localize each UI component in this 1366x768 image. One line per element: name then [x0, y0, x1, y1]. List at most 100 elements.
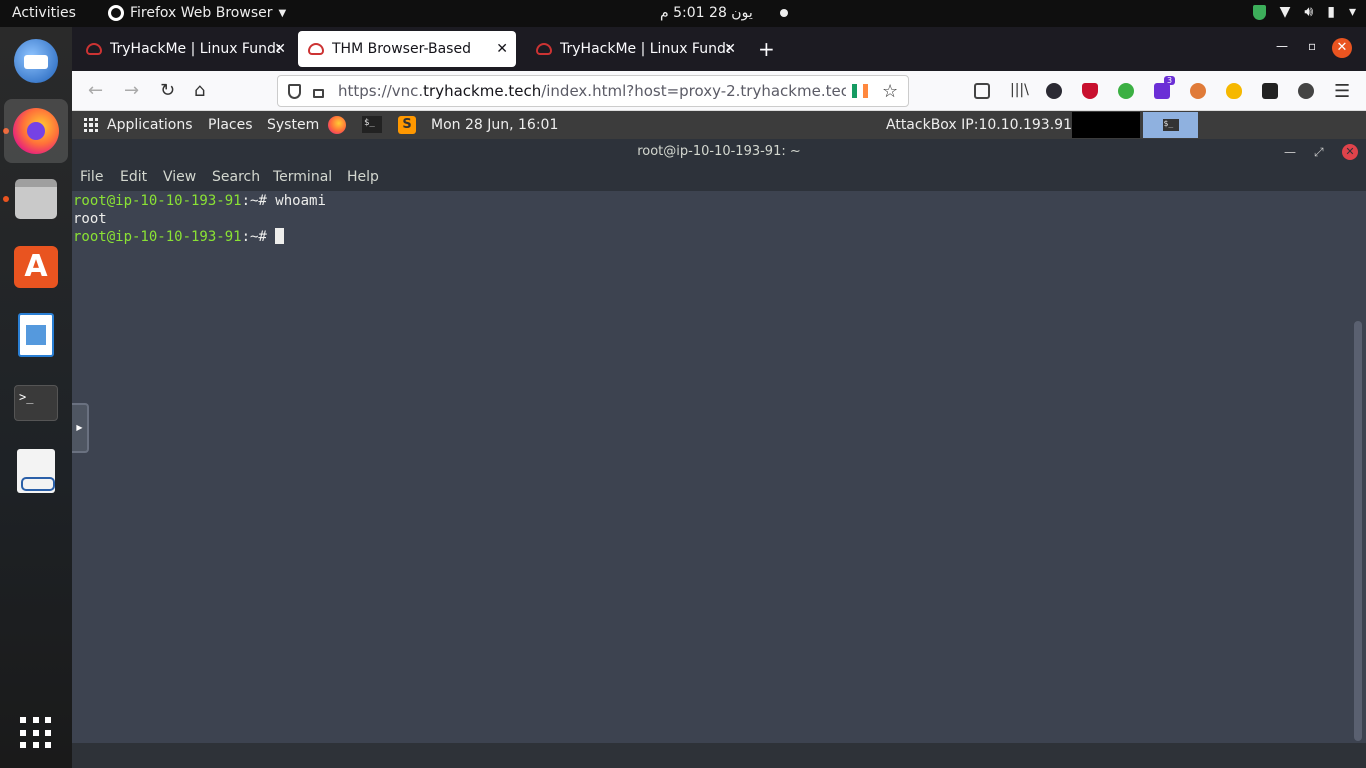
- system-tray[interactable]: ▼ 🔊︎ ▮ ▾: [1252, 4, 1356, 20]
- menu-file[interactable]: File: [80, 169, 103, 185]
- forward-icon[interactable]: →: [124, 80, 139, 101]
- tryhackme-favicon-icon: [536, 43, 552, 55]
- url-bar[interactable]: https://vnc.tryhackme.tech/index.html?ho…: [277, 75, 909, 107]
- dock-software[interactable]: A: [12, 243, 60, 291]
- extension-orange-icon[interactable]: [1190, 83, 1206, 99]
- tryhackme-favicon-icon: [308, 43, 324, 55]
- gnome-top-bar: Activities Firefox Web Browser ▼ يون 28 …: [0, 0, 1366, 27]
- tracking-protection-icon[interactable]: [288, 83, 301, 99]
- software-store-icon: A: [14, 246, 58, 288]
- writer-icon: [18, 313, 54, 357]
- clock[interactable]: يون 28 5:01 م: [660, 5, 753, 21]
- lock-icon[interactable]: [313, 88, 324, 98]
- tab-thm-browser[interactable]: THM Browser-Based ✕: [298, 31, 516, 67]
- maximize-icon[interactable]: ▫: [1308, 39, 1316, 53]
- workspace-1[interactable]: [1072, 112, 1140, 138]
- back-icon[interactable]: ←: [88, 80, 103, 101]
- battery-icon: ▮: [1327, 4, 1335, 20]
- bookmark-star-icon[interactable]: ☆: [882, 81, 898, 102]
- vnc-remote-desktop[interactable]: Applications Places System $_ S Mon 28 J…: [72, 111, 1366, 768]
- firefox-icon: [13, 108, 59, 154]
- workspace-2[interactable]: $_: [1143, 112, 1198, 138]
- navigation-toolbar: ← → ↻ ⌂ https://vnc.tryhackme.tech/index…: [72, 71, 1366, 111]
- close-tab-icon[interactable]: ✕: [724, 41, 736, 57]
- terminal-menubar: File Edit View Search Terminal Help: [72, 165, 1366, 191]
- places-menu[interactable]: Places: [208, 117, 253, 133]
- app-menu-label: Firefox Web Browser: [130, 5, 273, 21]
- terminal-line: root@ip-10-10-193-91:~#: [73, 228, 1366, 246]
- running-indicator: [3, 196, 9, 202]
- vnc-bottom-panel: [72, 743, 1366, 768]
- panel-datetime[interactable]: Mon 28 Jun, 16:01: [431, 117, 558, 133]
- library-icon[interactable]: |||\: [1010, 82, 1029, 98]
- volume-icon: 🔊︎: [1304, 4, 1314, 20]
- tab-tryhackme-1[interactable]: TryHackMe | Linux Funda ✕: [76, 31, 294, 67]
- extension-gray-icon[interactable]: [1298, 83, 1314, 99]
- menu-view[interactable]: View: [163, 169, 196, 185]
- pocket-icon[interactable]: [974, 83, 990, 99]
- document-viewer-icon: [17, 449, 55, 493]
- dock-firefox[interactable]: [4, 99, 68, 163]
- close-window-icon[interactable]: ✕: [1332, 38, 1352, 58]
- close-tab-icon[interactable]: ✕: [274, 41, 286, 57]
- terminal-titlebar: root@ip-10-10-193-91: ~ — ⤢ ✕: [72, 139, 1366, 165]
- caret-down-icon: ▼: [278, 7, 287, 19]
- firefox-icon: [108, 5, 124, 21]
- attackbox-ip: AttackBox IP:10.10.193.91: [886, 117, 1072, 133]
- terminal-thumbnail-icon: $_: [1162, 119, 1179, 131]
- tab-bar: TryHackMe | Linux Funda ✕ THM Browser-Ba…: [72, 27, 1366, 71]
- terminal-output[interactable]: root@ip-10-10-193-91:~# whoami root root…: [72, 191, 1366, 743]
- tryhackme-favicon-icon: [86, 43, 102, 55]
- power-menu-icon: ▾: [1348, 4, 1356, 20]
- hamburger-menu-icon[interactable]: ☰: [1334, 81, 1350, 102]
- show-applications-icon[interactable]: [20, 717, 52, 749]
- extension-yellow-icon[interactable]: [1226, 83, 1242, 99]
- dock-writer[interactable]: [12, 311, 60, 359]
- menu-help[interactable]: Help: [347, 169, 379, 185]
- activities-button[interactable]: Activities: [12, 5, 76, 21]
- dock-thunderbird[interactable]: [12, 37, 60, 85]
- tab-tryhackme-2[interactable]: TryHackMe | Linux Funda ✕: [526, 31, 744, 67]
- tab-title: TryHackMe | Linux Funda: [560, 41, 730, 57]
- terminal-cursor: [275, 228, 285, 244]
- extension-badge-icon[interactable]: [1154, 83, 1170, 99]
- tab-title: TryHackMe | Linux Funda: [110, 41, 280, 57]
- security-shield-icon[interactable]: [1252, 4, 1266, 20]
- terminal-line: root@ip-10-10-193-91:~# whoami: [73, 193, 326, 209]
- app-menu[interactable]: Firefox Web Browser ▼: [108, 5, 286, 21]
- firefox-window: TryHackMe | Linux Funda ✕ THM Browser-Ba…: [72, 27, 1366, 768]
- extension-b-icon[interactable]: [1118, 83, 1134, 99]
- vnc-control-bar-handle[interactable]: ▶: [72, 403, 89, 453]
- system-menu[interactable]: System: [267, 117, 319, 133]
- dock-files[interactable]: [12, 175, 60, 223]
- thunderbird-icon: [14, 39, 58, 83]
- sublime-launcher-icon[interactable]: S: [398, 116, 416, 134]
- new-tab-icon[interactable]: +: [758, 37, 775, 61]
- menu-search[interactable]: Search: [212, 169, 260, 185]
- extension-z-icon[interactable]: [1046, 83, 1062, 99]
- dock-terminal[interactable]: >_: [12, 379, 60, 427]
- firefox-launcher-icon[interactable]: [328, 116, 346, 134]
- ireland-flag-icon: [852, 84, 868, 98]
- menu-terminal[interactable]: Terminal: [273, 169, 332, 185]
- terminal-launcher-icon[interactable]: $_: [362, 116, 382, 133]
- home-icon[interactable]: ⌂: [194, 80, 205, 101]
- ublock-icon[interactable]: [1082, 83, 1098, 99]
- menu-edit[interactable]: Edit: [120, 169, 147, 185]
- extension-mask-icon[interactable]: [1262, 83, 1278, 99]
- mate-panel: Applications Places System $_ S Mon 28 J…: [72, 111, 1366, 139]
- terminal-close-icon[interactable]: ✕: [1342, 144, 1358, 160]
- extension-badge-count: 3: [1164, 76, 1176, 85]
- terminal-minimize-icon[interactable]: —: [1284, 139, 1296, 165]
- terminal-icon: >_: [14, 385, 58, 421]
- terminal-maximize-icon[interactable]: ⤢: [1314, 139, 1324, 165]
- dock-document-viewer[interactable]: [12, 447, 60, 495]
- minimize-icon[interactable]: —: [1276, 39, 1288, 53]
- url-text[interactable]: https://vnc.tryhackme.tech/index.html?ho…: [338, 82, 846, 100]
- terminal-scrollbar[interactable]: [1354, 321, 1362, 741]
- terminal-window-title: root@ip-10-10-193-91: ~: [637, 144, 801, 159]
- applications-grid-icon[interactable]: [84, 118, 98, 132]
- applications-menu[interactable]: Applications: [107, 117, 193, 133]
- close-tab-icon[interactable]: ✕: [496, 41, 508, 57]
- reload-icon[interactable]: ↻: [160, 80, 175, 101]
